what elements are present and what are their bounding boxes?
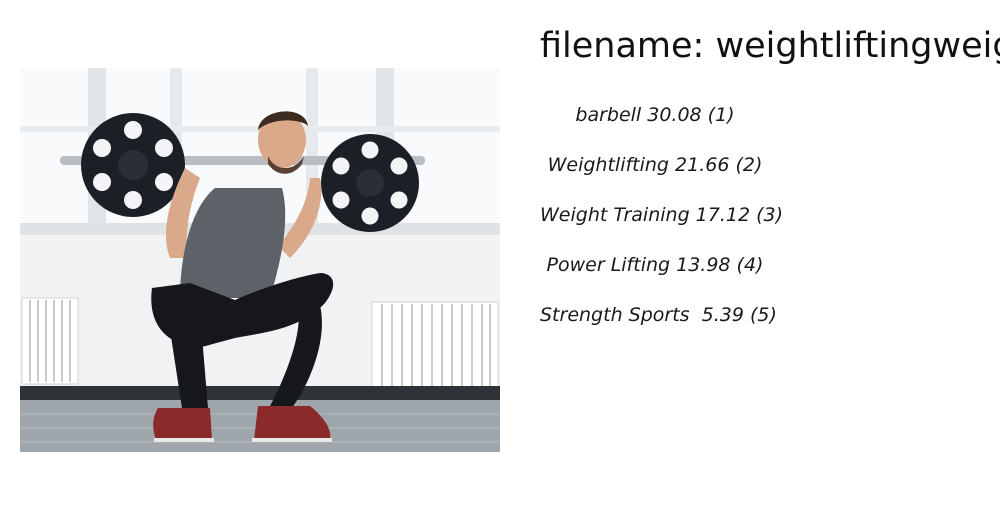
- prediction-list: barbell 30.08 (1) Weightlifting 21.66 (2…: [540, 100, 784, 350]
- filename-value: weightliftingweight: [715, 26, 1000, 66]
- prediction-item: barbell 30.08 (1): [575, 104, 735, 126]
- prediction-item: Weightlifting 21.66 (2): [547, 154, 763, 176]
- page: filename: weightliftingweight barbell 30…: [0, 0, 1000, 520]
- prediction-item: Weight Training 17.12 (3): [540, 204, 784, 226]
- prediction-item: Power Lifting 13.98 (4): [546, 254, 764, 276]
- prediction-item: Strength Sports 5.39 (5): [540, 304, 777, 326]
- filename-title: filename: weightliftingweight: [540, 24, 1000, 68]
- weightlifting-photo: [20, 68, 500, 452]
- filename-prefix: filename:: [540, 26, 716, 66]
